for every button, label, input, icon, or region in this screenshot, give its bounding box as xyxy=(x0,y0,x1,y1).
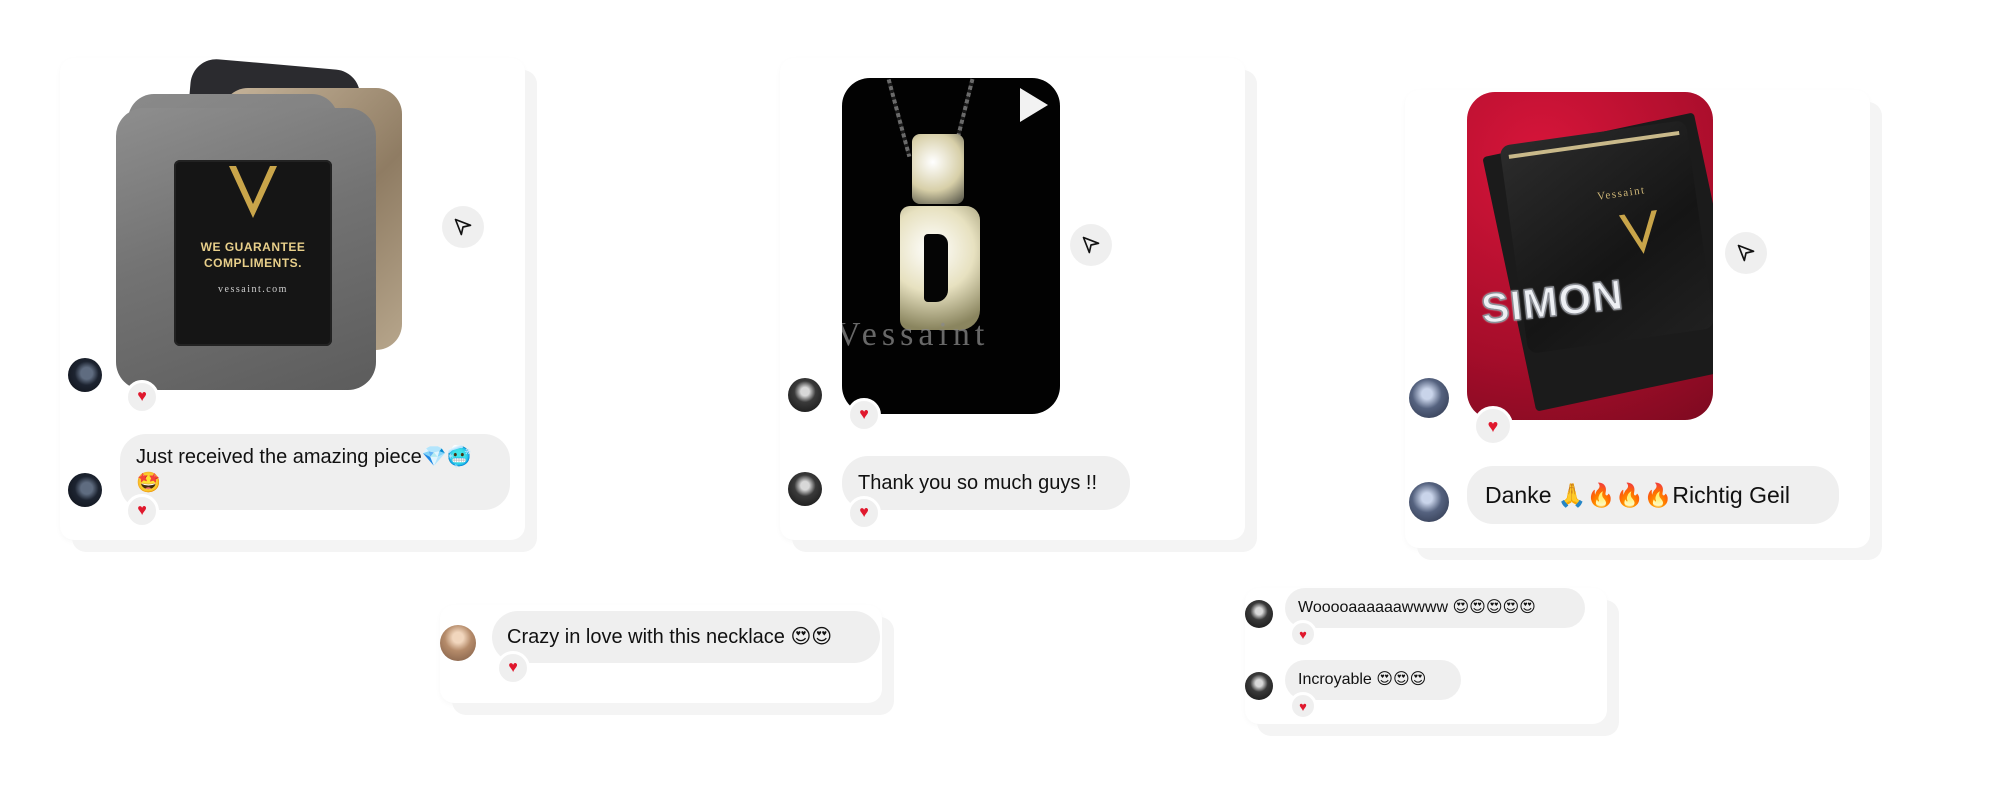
heart-icon: ♥ xyxy=(137,502,147,519)
package-url: vessaint.com xyxy=(218,284,288,295)
heart-icon: ♥ xyxy=(508,659,518,676)
message-card-1: WE GUARANTEE COMPLIMENTS. vessaint.com ♥… xyxy=(60,57,525,540)
avatar[interactable] xyxy=(1409,482,1449,522)
message-card-3: Vessaint SIMON ♥ Danke 🙏🔥🔥🔥Richtig Geil xyxy=(1405,90,1870,548)
pendant-bail xyxy=(912,134,964,204)
heart-icon: ♥ xyxy=(859,504,869,521)
message-card-2: Vessaint ♥ Thank you so much guys !! ♥ xyxy=(780,58,1245,540)
message-text: Thank you so much guys !! xyxy=(858,472,1098,494)
heart-icon: ♥ xyxy=(1299,698,1307,714)
message-reaction[interactable]: ♥ xyxy=(1289,620,1317,648)
pendant-cutout xyxy=(924,234,948,302)
message-text: Danke 🙏🔥🔥🔥Richtig Geil xyxy=(1485,482,1791,508)
watermark-text: Vessaint xyxy=(842,316,990,353)
avatar[interactable] xyxy=(1245,672,1273,700)
avatar[interactable] xyxy=(68,473,102,507)
message-reaction[interactable]: ♥ xyxy=(125,494,159,528)
message-text: Crazy in love with this necklace 😍😍 xyxy=(507,626,833,648)
message-reaction[interactable]: ♥ xyxy=(847,496,881,530)
product-photo[interactable]: Vessaint SIMON xyxy=(1467,92,1713,420)
avatar[interactable] xyxy=(68,358,102,392)
video-reaction[interactable]: ♥ xyxy=(847,398,881,432)
chain-left xyxy=(886,78,912,158)
message-card-5: Wooooaaaaaawwww 😍😍😍😍😍 ♥ Incroyable 😍😍😍 ♥ xyxy=(1245,588,1607,724)
message-bubble[interactable]: Thank you so much guys !! xyxy=(842,456,1130,510)
avatar[interactable] xyxy=(440,625,476,661)
heart-icon: ♥ xyxy=(859,406,869,423)
message-bubble[interactable]: Crazy in love with this necklace 😍😍 xyxy=(492,611,880,663)
heart-icon: ♥ xyxy=(1299,626,1307,642)
tagline-line-2: COMPLIMENTS. xyxy=(204,256,302,270)
v-logo xyxy=(229,166,277,218)
heart-icon: ♥ xyxy=(137,388,147,405)
message-bubble[interactable]: Just received the amazing piece💎🥶 🤩 xyxy=(120,434,510,510)
share-button[interactable] xyxy=(1725,232,1767,274)
pouch-brand: Vessaint xyxy=(1596,184,1647,203)
paper-plane-icon xyxy=(1082,236,1100,254)
message-text: Wooooaaaaaawwww 😍😍😍😍😍 xyxy=(1298,599,1536,616)
video-thumbnail[interactable]: Vessaint xyxy=(842,78,1060,414)
photo-reaction[interactable]: ♥ xyxy=(1473,406,1513,446)
pouch-zipper xyxy=(1508,130,1680,159)
avatar[interactable] xyxy=(1245,600,1273,628)
heart-icon: ♥ xyxy=(1487,415,1499,436)
play-icon[interactable] xyxy=(1020,88,1048,122)
message-bubble[interactable]: Wooooaaaaaawwww 😍😍😍😍😍 xyxy=(1285,588,1585,628)
message-text: Just received the amazing piece💎🥶 🤩 xyxy=(136,446,472,494)
paper-plane-icon xyxy=(1737,244,1755,262)
avatar[interactable] xyxy=(1409,378,1449,418)
message-reaction[interactable]: ♥ xyxy=(1289,692,1317,720)
message-card-4: Crazy in love with this necklace 😍😍 ♥ xyxy=(440,605,882,703)
message-bubble[interactable]: Danke 🙏🔥🔥🔥Richtig Geil xyxy=(1467,466,1839,524)
tagline-line-1: WE GUARANTEE xyxy=(200,240,306,254)
stacked-photos[interactable]: WE GUARANTEE COMPLIMENTS. vessaint.com xyxy=(116,57,422,390)
package-photo: WE GUARANTEE COMPLIMENTS. vessaint.com xyxy=(116,108,376,390)
avatar[interactable] xyxy=(788,472,822,506)
share-button[interactable] xyxy=(442,206,484,248)
message-reaction[interactable]: ♥ xyxy=(496,651,530,685)
black-mailer-envelope: WE GUARANTEE COMPLIMENTS. vessaint.com xyxy=(174,160,332,346)
photo-reaction[interactable]: ♥ xyxy=(125,380,159,414)
avatar[interactable] xyxy=(788,378,822,412)
message-text: Incroyable 😍😍😍 xyxy=(1298,671,1427,688)
v-logo xyxy=(1618,209,1657,254)
share-button[interactable] xyxy=(1070,224,1112,266)
pendant-letter xyxy=(900,206,980,330)
paper-plane-icon xyxy=(454,218,472,236)
